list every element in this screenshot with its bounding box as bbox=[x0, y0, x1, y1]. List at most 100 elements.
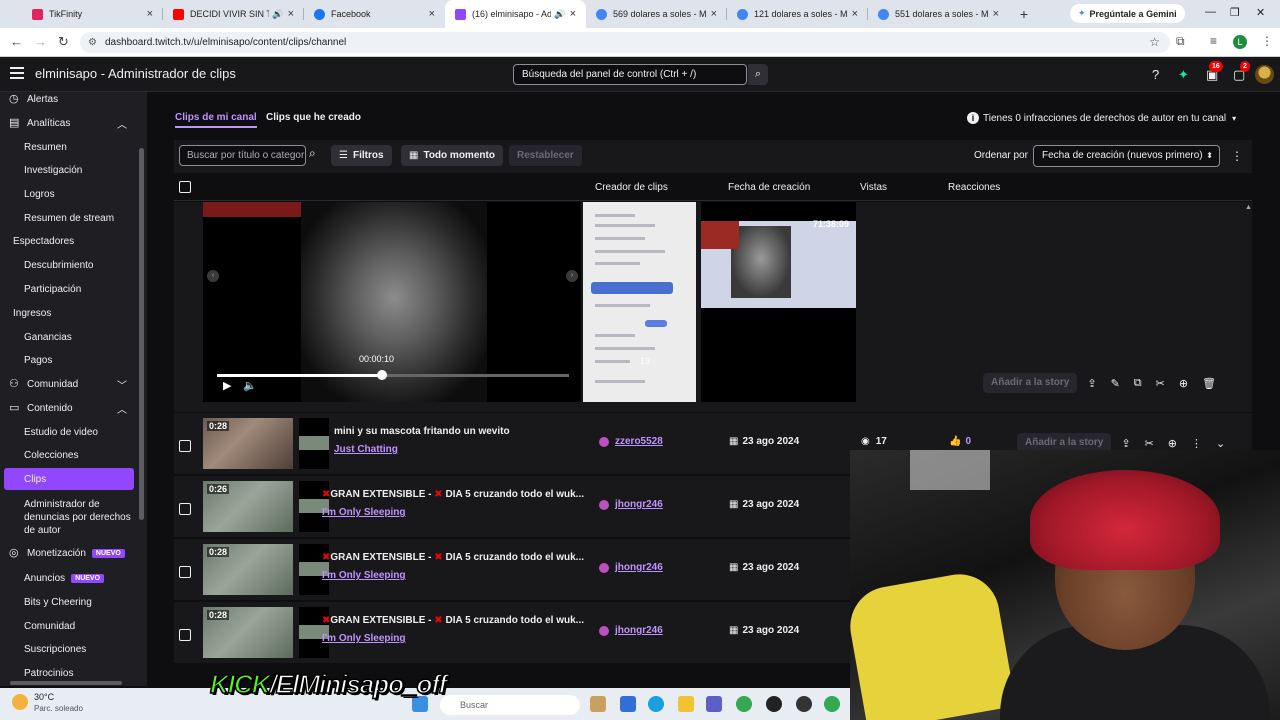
sidebar-item-ganancias[interactable]: Ganancias bbox=[0, 326, 147, 348]
restore-icon[interactable]: ❐ bbox=[1230, 6, 1240, 19]
clip-category[interactable]: Just Chatting bbox=[334, 444, 398, 455]
close-icon[interactable]: × bbox=[852, 8, 858, 20]
sidebar-item-comunidad[interactable]: ⚇ Comunidad ﹀ bbox=[0, 373, 147, 395]
user-avatar[interactable] bbox=[1255, 65, 1274, 84]
share-icon[interactable]: ⇪ bbox=[1121, 437, 1130, 450]
sidebar-item-logros[interactable]: Logros bbox=[0, 183, 147, 205]
sidebar-item-alertas[interactable]: ◷ Alertas bbox=[0, 92, 147, 110]
sidebar-item-contenido[interactable]: ▭ Contenido ︿ bbox=[0, 397, 147, 419]
gemini-button[interactable]: ✦ Pregúntale a Gemini bbox=[1070, 4, 1185, 23]
tab-twitch[interactable]: (16) elminisapo - Adm 🔊 × bbox=[445, 0, 586, 28]
close-icon[interactable]: × bbox=[570, 8, 576, 20]
row-checkbox[interactable] bbox=[179, 629, 191, 641]
back-icon[interactable]: ← bbox=[10, 34, 23, 49]
volume-icon[interactable]: 🔈 bbox=[243, 379, 257, 392]
select-all-checkbox[interactable] bbox=[179, 181, 191, 193]
add-to-story-button[interactable]: Añadir a la story bbox=[983, 373, 1078, 393]
minimize-icon[interactable]: — bbox=[1205, 6, 1216, 18]
edge-icon[interactable] bbox=[648, 696, 664, 712]
add-icon[interactable]: ⊕ bbox=[1179, 377, 1188, 390]
tab-google-2[interactable]: 121 dolares a soles - Mas × bbox=[727, 0, 868, 28]
close-icon[interactable]: × bbox=[993, 8, 999, 20]
clip-search-input[interactable]: Buscar por título o categoría bbox=[179, 145, 306, 166]
scissors-icon[interactable]: ✂ bbox=[1156, 377, 1165, 390]
browser-menu-icon[interactable]: ⋮ bbox=[1261, 34, 1273, 48]
order-select[interactable]: Fecha de creación (nuevos primero) ⬍ bbox=[1033, 145, 1220, 167]
tab-facebook[interactable]: Facebook × bbox=[304, 0, 445, 28]
forward-icon[interactable]: → bbox=[34, 34, 47, 49]
clip-preview-thumbnail[interactable]: 71:38:09 bbox=[701, 202, 856, 402]
sidebar-item-resumen[interactable]: Resumen bbox=[0, 136, 147, 158]
speaker-icon[interactable]: 🔊 bbox=[554, 9, 565, 20]
taskbar-search[interactable]: Buscar bbox=[440, 695, 580, 715]
filters-button[interactable]: ☰ Filtros bbox=[331, 145, 392, 166]
clip-creator[interactable]: zzero5528 bbox=[599, 436, 663, 447]
sidebar-item-comunidad-monet[interactable]: Comunidad bbox=[0, 615, 147, 637]
sidebar-item-clips[interactable]: Clips bbox=[4, 468, 134, 490]
chrome-icon[interactable] bbox=[736, 696, 752, 712]
play-icon[interactable]: ▶ bbox=[223, 379, 231, 392]
clip-thumbnail[interactable]: 0:28 bbox=[203, 418, 293, 469]
url-field[interactable]: ⚙ dashboard.twitch.tv/u/elminisapo/conten… bbox=[80, 32, 1170, 53]
media-control-icon[interactable]: ≡ bbox=[1210, 34, 1217, 48]
clip-title[interactable]: mini y su mascota fritando un wevito bbox=[334, 426, 510, 437]
close-icon[interactable]: × bbox=[711, 8, 717, 20]
external-link-icon[interactable]: ⧉ bbox=[1134, 377, 1142, 390]
teams-icon[interactable] bbox=[706, 696, 722, 712]
sidebar-item-resumen-stream[interactable]: Resumen de stream bbox=[0, 207, 147, 229]
taskbar-app-icon[interactable] bbox=[590, 696, 606, 712]
sidebar-scrollbar[interactable] bbox=[138, 96, 145, 676]
more-options-icon[interactable]: ⋮ bbox=[1191, 437, 1202, 450]
file-explorer-icon[interactable] bbox=[678, 696, 694, 712]
sidebar-item-estudio-video[interactable]: Estudio de video bbox=[0, 421, 147, 443]
sidebar-item-analiticas[interactable]: ▤ Analíticas ︿ bbox=[0, 112, 147, 134]
tab-youtube[interactable]: DECIDI VIVIR SIN TI -🔊× bbox=[163, 0, 304, 28]
clip-title[interactable]: ✖GRAN EXTENSIBLE - ✖ DIA 5 cruzando todo… bbox=[322, 615, 584, 626]
dashboard-search-input[interactable]: Búsqueda del panel de control (Ctrl + /) bbox=[513, 64, 747, 85]
sidebar-item-pagos[interactable]: Pagos bbox=[0, 349, 147, 371]
reset-button[interactable]: Restablecer bbox=[509, 145, 582, 166]
column-date[interactable]: Fecha de creación bbox=[728, 182, 810, 193]
scrollbar-thumb[interactable] bbox=[10, 681, 122, 685]
close-icon[interactable]: × bbox=[429, 8, 435, 20]
search-icon[interactable]: ⌕ bbox=[309, 146, 316, 161]
sidebar-item-participacion[interactable]: Participación bbox=[0, 278, 147, 300]
clip-thumbnail[interactable]: 0:28 bbox=[203, 607, 293, 658]
previous-arrow-icon[interactable]: ‹ bbox=[207, 270, 219, 282]
chevron-down-icon[interactable]: ⌄ bbox=[1216, 437, 1225, 450]
scrollbar-thumb[interactable] bbox=[139, 148, 144, 520]
clip-category[interactable]: I'm Only Sleeping bbox=[322, 633, 406, 644]
sidebar-item-monetizacion[interactable]: ◎ Monetización NUEVO bbox=[0, 542, 147, 564]
tab-google-1[interactable]: 569 dolares a soles - Mas × bbox=[586, 0, 727, 28]
site-info-icon[interactable]: ⚙ bbox=[88, 32, 97, 53]
clip-thumbnail[interactable]: 0:26 bbox=[203, 481, 293, 532]
obs-icon[interactable] bbox=[766, 696, 782, 712]
clip-thumbnail[interactable]: 0:28 bbox=[203, 544, 293, 595]
edit-icon[interactable]: ✎ bbox=[1111, 377, 1120, 390]
profile-avatar[interactable]: L bbox=[1233, 35, 1247, 49]
clip-creator[interactable]: jhongr246 bbox=[599, 562, 663, 573]
extensions-icon[interactable]: ⧉ bbox=[1176, 34, 1185, 49]
row-checkbox[interactable] bbox=[179, 566, 191, 578]
reload-icon[interactable]: ↻ bbox=[58, 34, 69, 50]
close-icon[interactable]: × bbox=[147, 8, 153, 20]
taskbar-app-icon[interactable] bbox=[796, 696, 812, 712]
sidebar-item-admin-denuncias[interactable]: Administrador de denuncias por derechos … bbox=[24, 498, 134, 537]
column-reactions[interactable]: Reacciones bbox=[948, 182, 1000, 193]
tab-clips-creados[interactable]: Clips que he creado bbox=[266, 112, 361, 123]
scissors-icon[interactable]: ✂ bbox=[1145, 437, 1154, 450]
column-creator[interactable]: Creador de clips bbox=[595, 182, 668, 193]
new-tab-button[interactable]: + bbox=[1009, 6, 1039, 22]
clip-category[interactable]: I'm Only Sleeping bbox=[322, 507, 406, 518]
add-icon[interactable]: ⊕ bbox=[1168, 437, 1177, 450]
delete-icon[interactable]: 🗑 bbox=[1202, 377, 1216, 390]
sidebar-item-investigacion[interactable]: Investigación bbox=[0, 159, 147, 181]
column-views[interactable]: Vistas bbox=[860, 182, 887, 193]
sidebar-item-descubrimiento[interactable]: Descubrimiento bbox=[0, 254, 147, 276]
taskbar-app-icon[interactable] bbox=[620, 696, 636, 712]
sidebar-item-suscripciones[interactable]: Suscripciones bbox=[0, 638, 147, 660]
search-icon[interactable]: ⌕ bbox=[748, 64, 768, 85]
sidebar-item-bits[interactable]: Bits y Cheering bbox=[0, 591, 147, 613]
bookmark-star-icon[interactable]: ☆ bbox=[1149, 32, 1160, 53]
copyright-info-button[interactable]: i Tienes 0 infracciones de derechos de au… bbox=[967, 109, 1236, 127]
